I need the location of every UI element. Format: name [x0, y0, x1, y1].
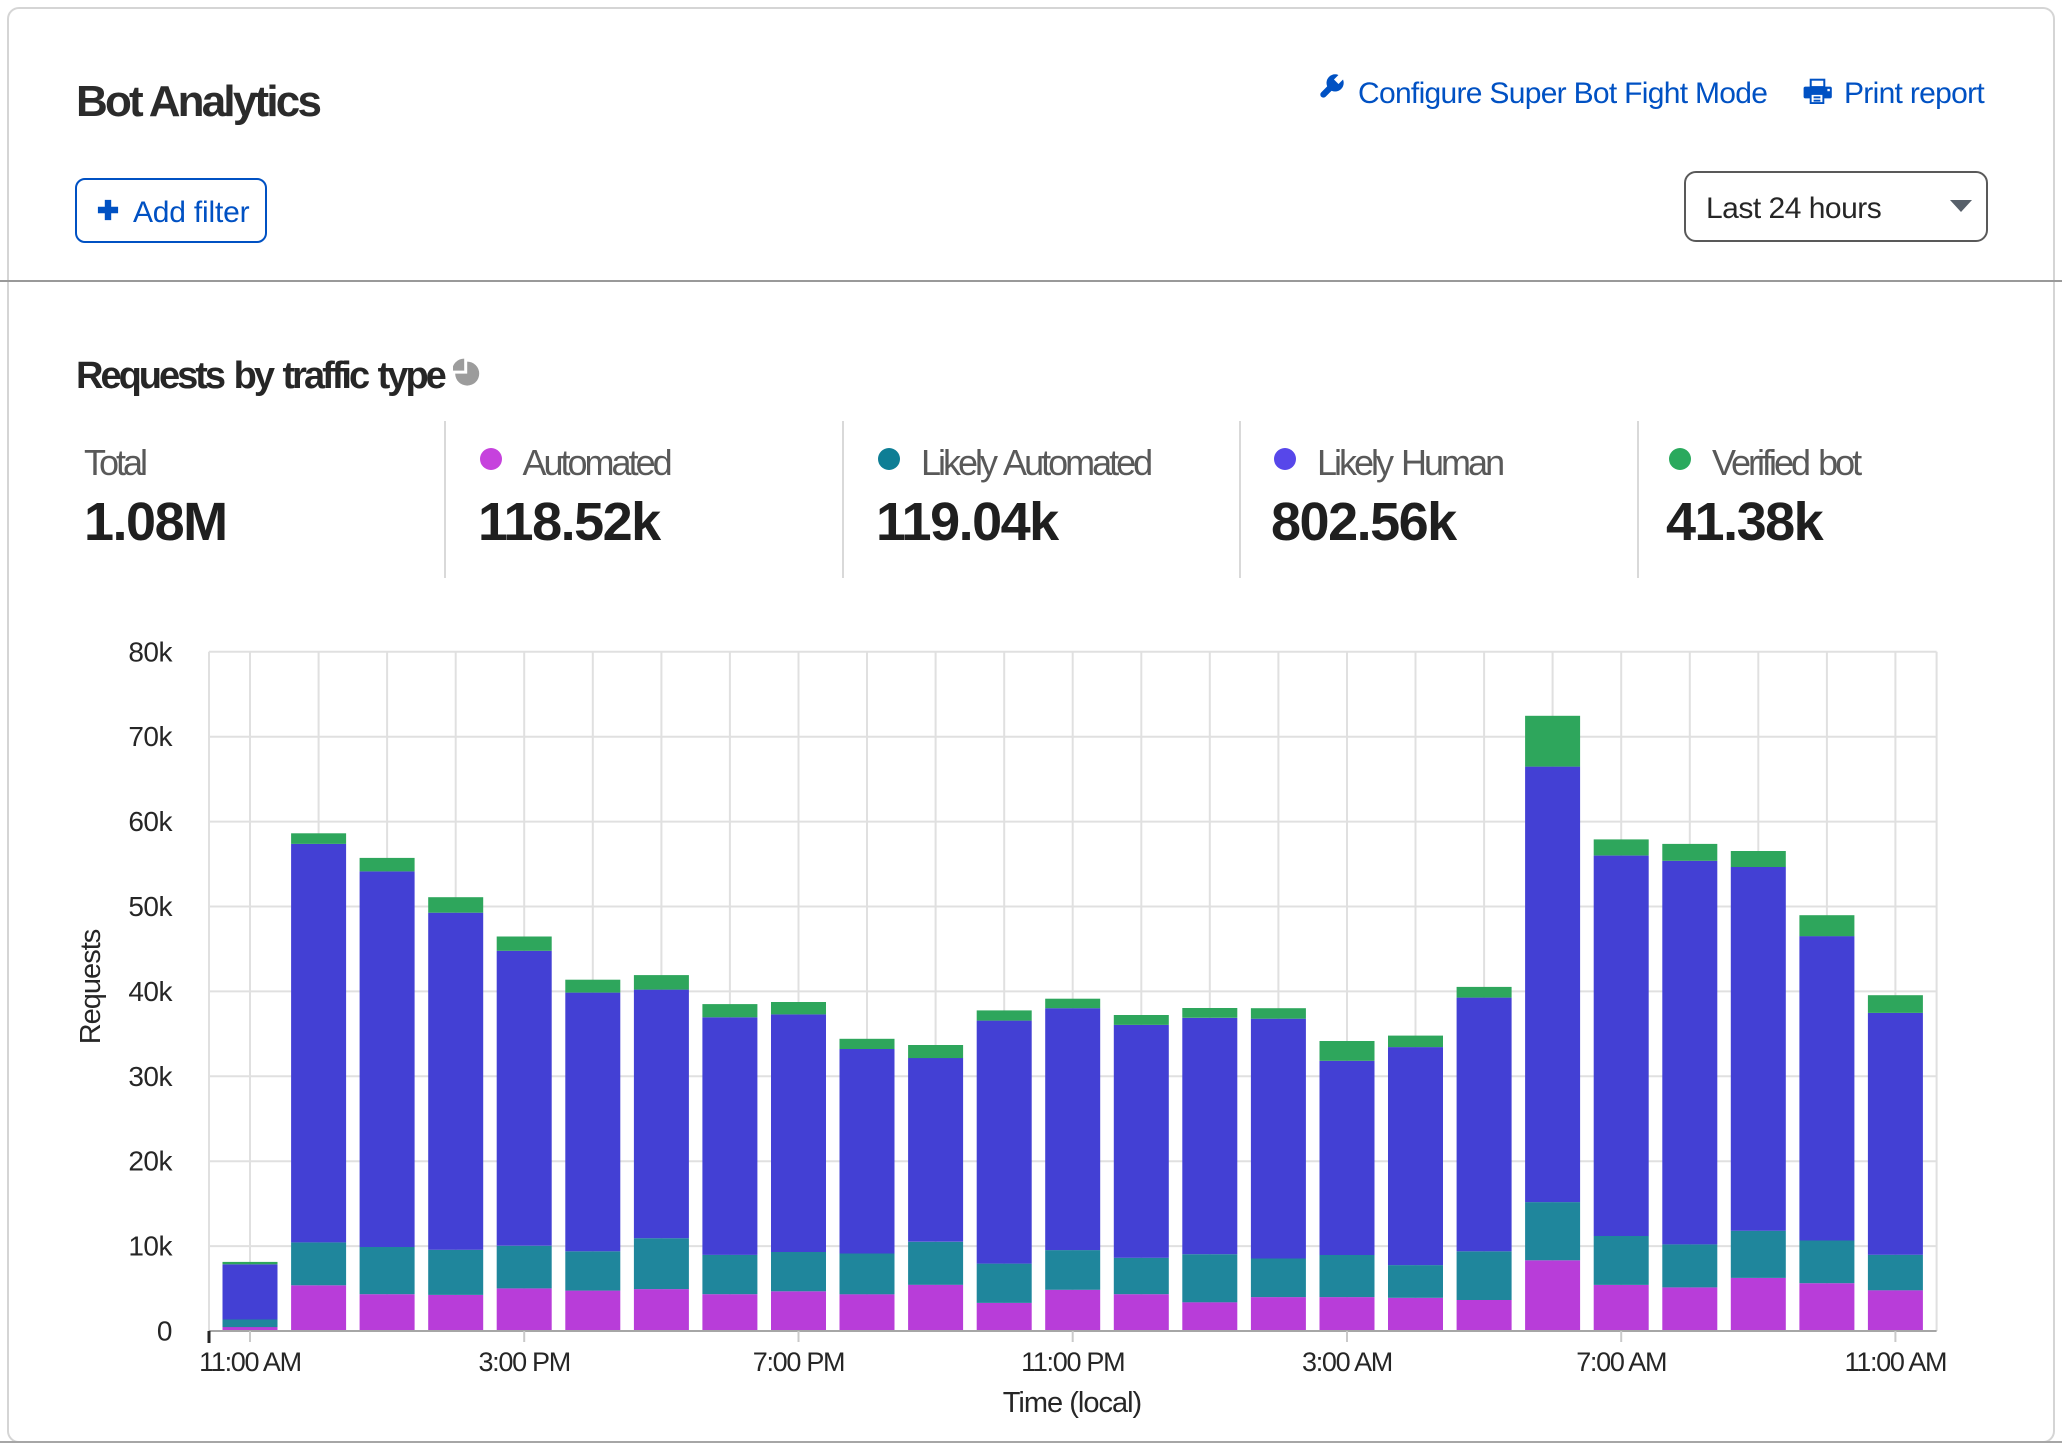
svg-text:3:00 PM: 3:00 PM	[478, 1347, 569, 1377]
svg-text:30k: 30k	[128, 1061, 173, 1092]
svg-text:80k: 80k	[128, 636, 173, 667]
svg-text:Time (local): Time (local)	[1003, 1387, 1141, 1419]
svg-text:70k: 70k	[128, 721, 173, 752]
svg-text:40k: 40k	[128, 976, 173, 1007]
svg-text:20k: 20k	[128, 1146, 173, 1177]
svg-text:7:00 AM: 7:00 AM	[1576, 1347, 1666, 1377]
svg-text:50k: 50k	[128, 891, 173, 922]
svg-text:Requests: Requests	[75, 929, 107, 1044]
svg-text:7:00 PM: 7:00 PM	[753, 1347, 844, 1377]
svg-text:11:00 PM: 11:00 PM	[1021, 1347, 1124, 1377]
svg-text:11:00 AM: 11:00 AM	[199, 1347, 301, 1377]
svg-text:10k: 10k	[128, 1231, 173, 1262]
svg-text:11:00 AM: 11:00 AM	[1845, 1347, 1947, 1377]
svg-text:60k: 60k	[128, 806, 173, 837]
svg-text:3:00 AM: 3:00 AM	[1302, 1347, 1392, 1377]
svg-text:0: 0	[157, 1316, 172, 1347]
